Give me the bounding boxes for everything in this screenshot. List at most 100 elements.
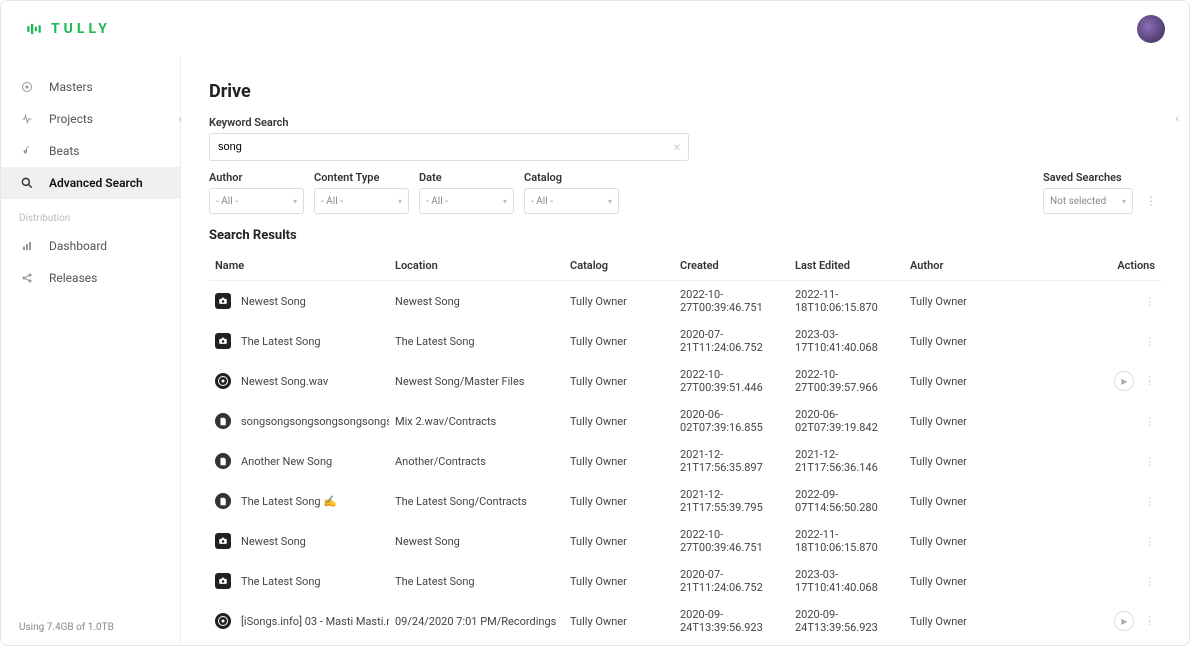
row-edited: 2023-03-17T10:41:40.068 [789, 321, 904, 361]
camera-icon [215, 533, 231, 549]
row-author: Tully Owner [904, 521, 1004, 561]
author-filter[interactable]: - All -▾ [209, 188, 304, 214]
results-title: Search Results [209, 228, 1161, 243]
row-menu-icon[interactable]: ⋮ [1143, 415, 1155, 428]
row-name: The Latest Song [241, 575, 321, 588]
col-name[interactable]: Name [209, 251, 389, 281]
row-name: songsongsongsongsongsongsongsong... [241, 415, 389, 428]
table-row[interactable]: Another New Song Another/Contracts Tully… [209, 441, 1161, 481]
camera-icon [215, 573, 231, 589]
row-name: The Latest Song ✍️ [241, 495, 337, 508]
chevron-down-icon: ▾ [398, 197, 402, 206]
table-row[interactable]: The Latest Song The Latest Song Tully Ow… [209, 321, 1161, 361]
page-title: Drive [209, 81, 1161, 102]
row-created: 2020-07-21T11:24:06.752 [674, 321, 789, 361]
sidebar-item-label: Advanced Search [49, 176, 143, 190]
author-filter-label: Author [209, 171, 304, 184]
sidebar-item-advanced-search[interactable]: Advanced Search [1, 167, 180, 199]
file-icon [215, 493, 231, 509]
disc-icon [19, 79, 35, 95]
share-icon [19, 270, 35, 286]
disc-icon [215, 613, 231, 629]
chevron-down-icon: ▾ [293, 197, 297, 206]
saved-searches-label: Saved Searches [1043, 171, 1133, 184]
col-location[interactable]: Location [389, 251, 564, 281]
row-location: Another/Contracts [389, 441, 564, 481]
row-author: Andrew Konyk [904, 641, 1004, 645]
clear-icon[interactable]: ✕ [673, 143, 681, 154]
row-menu-icon[interactable]: ⋮ [1143, 495, 1155, 508]
date-filter-label: Date [419, 171, 514, 184]
row-created: 2022-10-27T00:39:51.446 [674, 361, 789, 401]
row-location: The Latest Song [389, 321, 564, 361]
sidebar-item-beats[interactable]: Beats [1, 135, 180, 167]
brand-logo[interactable]: TULLY [25, 20, 111, 38]
row-menu-icon[interactable]: ⋮ [1143, 335, 1155, 348]
chevron-down-icon: ▾ [608, 197, 612, 206]
col-last-edited[interactable]: Last Edited [789, 251, 904, 281]
row-author: Tully Owner [904, 441, 1004, 481]
date-filter[interactable]: - All -▾ [419, 188, 514, 214]
row-menu-icon[interactable]: ⋮ [1143, 535, 1155, 548]
row-menu-icon[interactable]: ⋮ [1143, 374, 1155, 387]
play-button[interactable]: ▶ [1114, 611, 1134, 631]
table-row[interactable]: Newest Song Newest Song Tully Owner 2022… [209, 521, 1161, 561]
main-content: ‹ Drive Keyword Search ✕ Author - All -▾… [181, 1, 1189, 645]
row-author: Tully Owner [904, 361, 1004, 401]
file-icon [215, 413, 231, 429]
row-name: The Latest Song [241, 335, 321, 348]
saved-searches-menu-icon[interactable]: ⋮ [1141, 188, 1161, 214]
row-catalog: Tully Owner [564, 441, 674, 481]
right-collapse[interactable]: ‹ [1175, 111, 1179, 125]
row-menu-icon[interactable]: ⋮ [1143, 295, 1155, 308]
row-menu-icon[interactable]: ⋮ [1143, 614, 1155, 627]
table-row[interactable]: songsongsongsongsongsongsongsong... Mix … [209, 401, 1161, 441]
disc-icon [215, 373, 231, 389]
row-edited: 2020-09-24T13:39:56.923 [789, 601, 904, 641]
table-row[interactable]: The Latest Song ✍️ The Latest Song/Contr… [209, 481, 1161, 521]
results-table: Name Location Catalog Created Last Edite… [209, 251, 1161, 645]
row-menu-icon[interactable]: ⋮ [1143, 575, 1155, 588]
saved-searches-select[interactable]: Not selected▾ [1043, 188, 1133, 214]
keyword-label: Keyword Search [209, 116, 689, 129]
row-catalog: Tully Owner [564, 321, 674, 361]
storage-usage: Using 7.4GB of 1.0TB [1, 610, 180, 645]
avatar[interactable] [1137, 15, 1165, 43]
sidebar-item-releases[interactable]: Releases [1, 262, 180, 294]
catalog-filter[interactable]: - All -▾ [524, 188, 619, 214]
table-row[interactable]: Anomalie's 4 producers song.wav Imported… [209, 641, 1161, 645]
table-row[interactable]: Newest Song.wav Newest Song/Master Files… [209, 361, 1161, 401]
row-catalog: Tully Owner [564, 361, 674, 401]
note-icon [19, 143, 35, 159]
table-row[interactable]: Newest Song Newest Song Tully Owner 2022… [209, 281, 1161, 322]
row-created: 2020-09-24T13:39:56.923 [674, 601, 789, 641]
table-row[interactable]: [iSongs.info] 03 - Masti Masti.null 09/2… [209, 601, 1161, 641]
row-location: Imported [389, 641, 564, 645]
keyword-input[interactable] [209, 133, 689, 161]
sidebar-item-projects[interactable]: Projects [1, 103, 180, 135]
table-row[interactable]: The Latest Song The Latest Song Tully Ow… [209, 561, 1161, 601]
row-name: [iSongs.info] 03 - Masti Masti.null [241, 615, 389, 628]
row-location: Newest Song [389, 521, 564, 561]
row-catalog: Tully Owner [564, 281, 674, 322]
row-menu-icon[interactable]: ⋮ [1143, 455, 1155, 468]
col-created[interactable]: Created [674, 251, 789, 281]
sidebar-item-dashboard[interactable]: Dashboard [1, 230, 180, 262]
row-name: Newest Song [241, 535, 306, 548]
row-catalog: Tully Owner [564, 561, 674, 601]
camera-icon [215, 293, 231, 309]
sidebar-item-masters[interactable]: Masters [1, 71, 180, 103]
chevron-down-icon: ▾ [503, 197, 507, 206]
col-author[interactable]: Author [904, 251, 1004, 281]
row-catalog: Tully Owner [564, 601, 674, 641]
row-location: The Latest Song/Contracts [389, 481, 564, 521]
content-type-filter[interactable]: - All -▾ [314, 188, 409, 214]
search-icon [19, 175, 35, 191]
row-name: Newest Song [241, 295, 306, 308]
play-button[interactable]: ▶ [1114, 371, 1134, 391]
row-created: 2020-07-21T11:24:06.752 [674, 561, 789, 601]
file-icon [215, 453, 231, 469]
sidebar-item-label: Releases [49, 271, 97, 285]
col-catalog[interactable]: Catalog [564, 251, 674, 281]
row-author: Tully Owner [904, 321, 1004, 361]
